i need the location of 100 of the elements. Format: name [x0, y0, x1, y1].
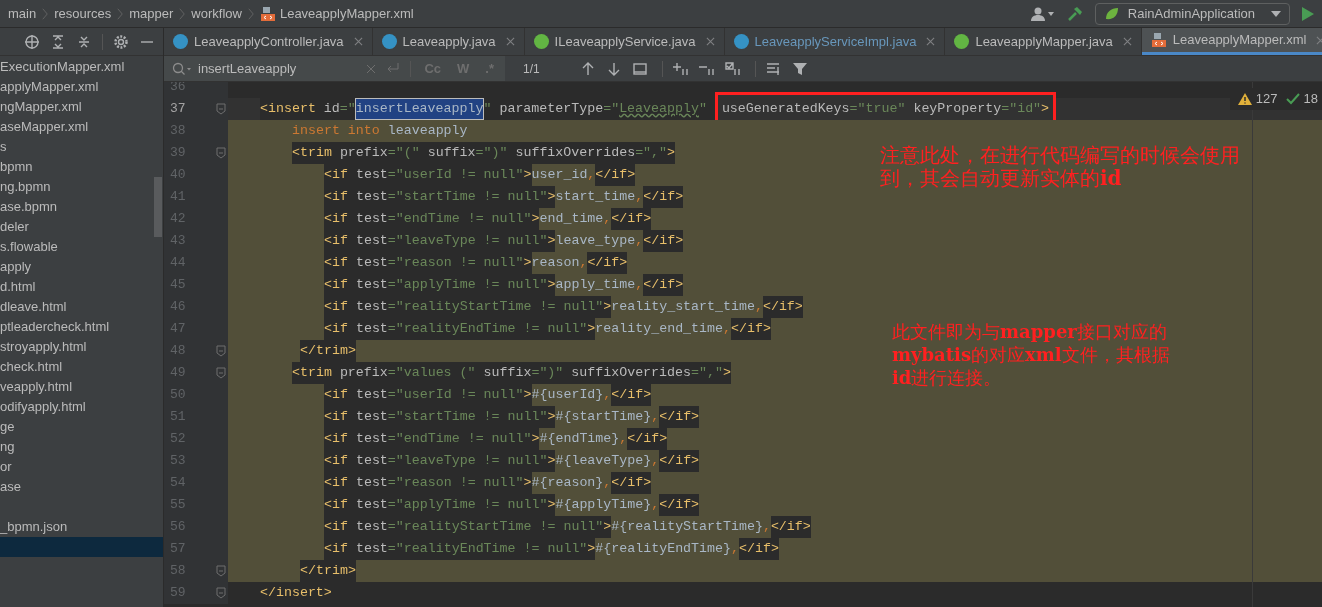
code-text: <if test="realityEndTime != null"> — [324, 318, 596, 340]
file-name: ng — [0, 438, 15, 457]
tree-row[interactable]: or — [0, 457, 163, 477]
tree-row[interactable]: ng — [0, 437, 163, 457]
code-text: #{realityEndTime}, — [595, 540, 739, 559]
file-name: _bpmn.json — [0, 518, 68, 537]
code-text: reality_end_time, — [595, 320, 731, 339]
code-text: <if test="realityEndTime != null"> — [324, 538, 596, 560]
code-text: apply_time, — [555, 276, 644, 295]
tree-row[interactable]: ge — [0, 417, 163, 437]
code-text: <insert id="insertLeaveapply" parameterType="Leaveapply" — [260, 98, 715, 120]
tree-row[interactable]: d.html — [0, 277, 163, 297]
leaf-icon — [1103, 5, 1120, 22]
run-icon[interactable] — [1302, 6, 1314, 21]
file-name: ng.bpmn — [0, 178, 51, 197]
tree-row[interactable]: odifyapply.html — [0, 397, 163, 417]
fold-marker-icon[interactable] — [216, 345, 226, 357]
code-text: </if> — [643, 186, 684, 208]
code-text: </if> — [770, 516, 811, 538]
expand-all-icon[interactable] — [50, 33, 66, 50]
file-name: apply — [0, 258, 32, 277]
line-number: 37 — [170, 100, 186, 119]
code-text: #{endTime}, — [539, 430, 628, 449]
close-icon[interactable] — [705, 37, 715, 46]
scrollbar-thumb[interactable] — [154, 177, 162, 237]
tree-row[interactable]: aseMapper.xml — [0, 117, 163, 137]
close-icon[interactable] — [926, 37, 936, 46]
tab-label: LeaveapplyController.java — [194, 32, 344, 51]
tree-row[interactable]: _bpmn.json — [0, 517, 163, 537]
breadcrumb[interactable]: resources — [54, 3, 112, 24]
align-icon[interactable] — [765, 60, 782, 77]
code-text: #{reason}, — [531, 474, 612, 493]
close-icon[interactable] — [1316, 35, 1322, 45]
code-text: insert into leaveapply — [292, 122, 468, 141]
tree-row[interactable]: ase — [0, 477, 163, 497]
code-text: reality_start_time, — [611, 298, 763, 317]
newline-icon[interactable] — [386, 62, 401, 75]
annotation-text: 此文件即为与mapper接口对应的mybatis的对应xml文件，其根据id进行连接。 — [892, 320, 1171, 389]
editor-tab[interactable]: ILeaveapplyService.java — [524, 28, 725, 55]
breadcrumb[interactable]: mapper — [129, 3, 174, 24]
close-icon[interactable] — [353, 37, 363, 46]
fold-marker-icon[interactable] — [216, 587, 226, 599]
code-text: <if test="realityStartTime != null"> — [324, 516, 612, 538]
fold-marker-icon[interactable] — [216, 103, 226, 115]
filter-icon[interactable] — [791, 60, 808, 77]
breadcrumb[interactable]: LeaveapplyMapper.xml — [279, 3, 414, 24]
code-text: <if test="leaveType != null"> — [324, 450, 556, 472]
tree-row[interactable]: bpmn — [0, 157, 163, 177]
tree-row[interactable]: stroyapply.html — [0, 337, 163, 357]
code-text: <if test="applyTime != null"> — [324, 494, 556, 516]
add-occurrence-icon[interactable] — [672, 60, 689, 77]
hammer-icon[interactable] — [1066, 5, 1083, 22]
window-icon[interactable] — [631, 60, 648, 77]
tree-row[interactable]: s.flowable — [0, 237, 163, 257]
file-name: odifyapply.html — [0, 398, 86, 417]
file-name: or — [0, 458, 12, 477]
fold-marker-icon[interactable] — [216, 147, 226, 159]
code-text: </if> — [627, 428, 668, 450]
code-text: <if test="leaveType != null"> — [324, 230, 556, 252]
xml-file-icon — [259, 5, 276, 22]
locate-icon[interactable] — [24, 33, 40, 50]
clear-icon[interactable] — [366, 63, 377, 74]
tree-row[interactable]: dleave.html — [0, 297, 163, 317]
fold-marker-icon[interactable] — [216, 565, 226, 577]
select-all-occurrences-icon[interactable] — [724, 60, 741, 77]
file-name: d.html — [0, 278, 36, 297]
editor-tab[interactable]: LeaveapplyMapper.java — [945, 28, 1142, 55]
tree-row[interactable]: ngMapper.xml — [0, 97, 163, 117]
code-text: <if test="startTime != null"> — [324, 406, 556, 428]
breadcrumb[interactable]: workflow — [191, 3, 242, 24]
tree-row[interactable]: ng.bpmn — [0, 177, 163, 197]
editor-tab[interactable]: LeaveapplyMapper.xml — [1141, 28, 1322, 55]
fold-marker-icon[interactable] — [216, 367, 226, 379]
file-name: ptleadercheck.html — [0, 318, 110, 337]
warning-count: 127 — [1255, 90, 1278, 109]
check-count: 18 — [1303, 90, 1318, 109]
editor-tab[interactable]: LeaveapplyServiceImpl.java — [724, 28, 946, 55]
tree-row[interactable]: veapply.html — [0, 377, 163, 397]
file-name: veapply.html — [0, 378, 72, 397]
breadcrumb[interactable]: main — [8, 3, 37, 24]
run-configuration-dropdown[interactable]: RainAdminApplication — [1094, 2, 1290, 25]
tree-row[interactable]: check.html — [0, 357, 163, 377]
close-icon[interactable] — [1122, 37, 1132, 46]
inspection-widget[interactable]: 127 18 — [1229, 88, 1322, 110]
file-name: check.html — [0, 358, 63, 377]
code-text: <trim prefix="values (" suffix=")" suffixOverrides=","> — [292, 362, 731, 384]
tree-row[interactable]: ExecutionMapper.xml — [0, 57, 163, 77]
tree-row[interactable]: s — [0, 137, 163, 157]
tree-row[interactable]: apply — [0, 257, 163, 277]
tree-row[interactable]: ase.bpmn — [0, 197, 163, 217]
editor-tab[interactable]: Leaveapply.java — [372, 28, 525, 55]
code-text: <if test="endTime != null"> — [324, 428, 540, 450]
settings-icon[interactable] — [113, 33, 129, 50]
editor-tab[interactable]: LeaveapplyController.java — [164, 28, 373, 55]
tree-row[interactable]: applyMapper.xml — [0, 77, 163, 97]
tree-row[interactable]: ptleadercheck.html — [0, 317, 163, 337]
tree-row[interactable]: deler — [0, 217, 163, 237]
code-text: #{userId}, — [531, 386, 612, 405]
user-icon[interactable] — [1030, 5, 1055, 22]
close-icon[interactable] — [505, 37, 515, 46]
